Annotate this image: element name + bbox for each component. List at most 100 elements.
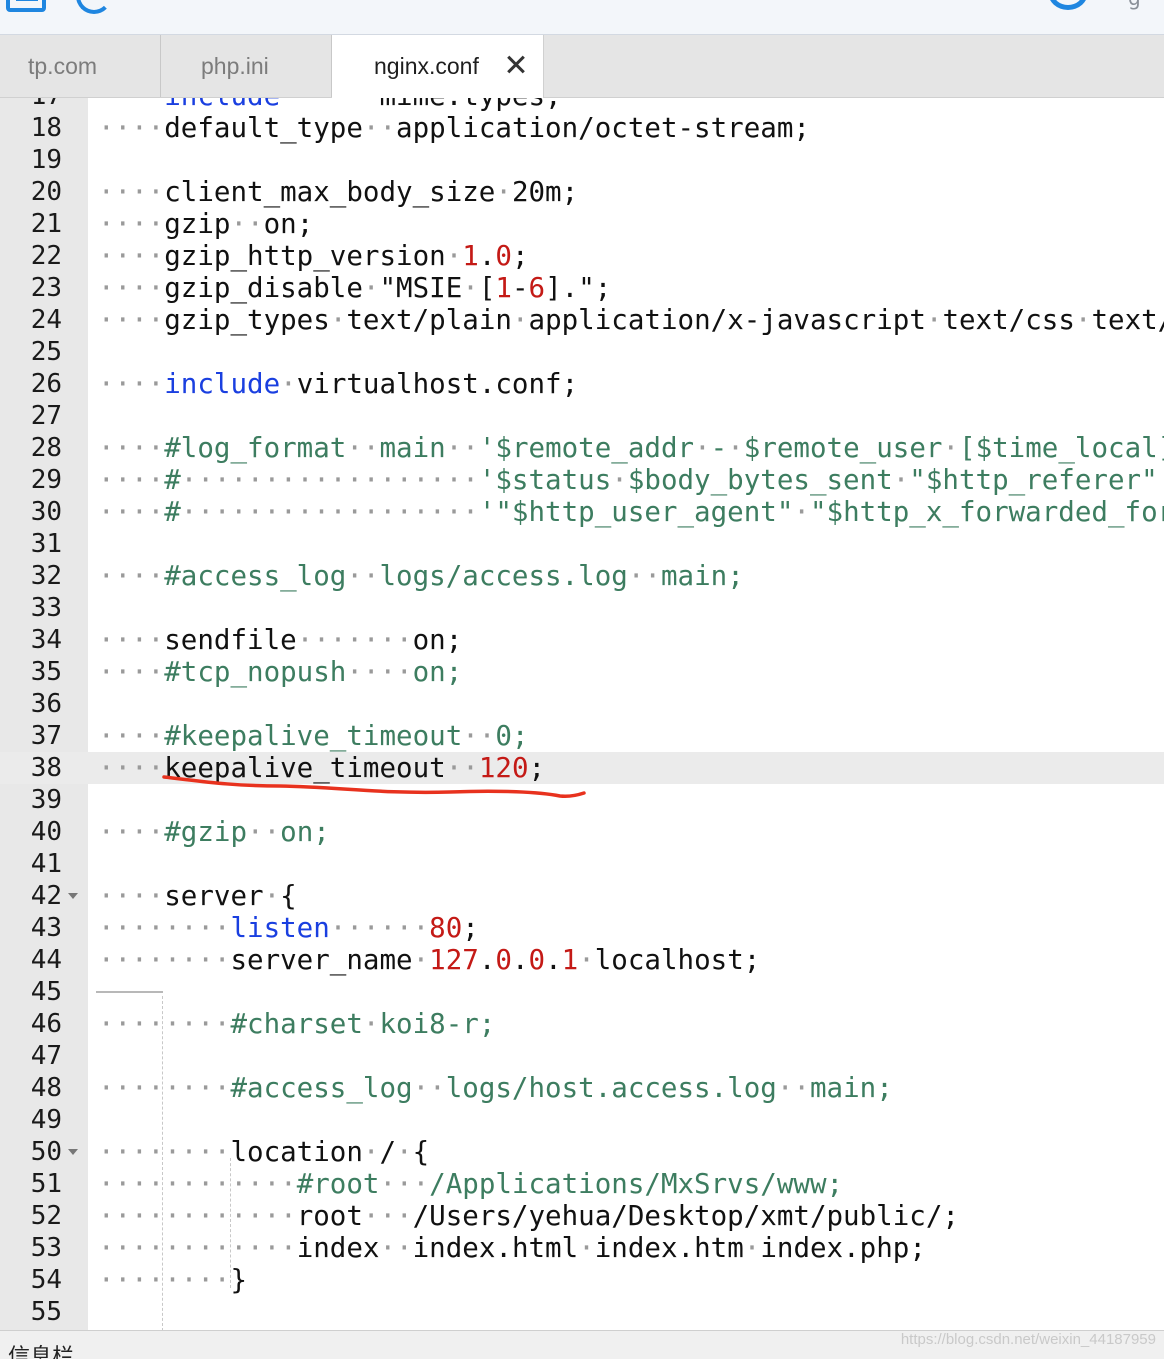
code-text: ····keepalive_timeout··120;: [98, 752, 545, 784]
line-number: 53: [30, 1233, 62, 1263]
code-token: /Applications/MxSrvs/www;: [429, 1168, 844, 1200]
line-number: 31: [30, 529, 62, 559]
code-line[interactable]: 51 ············#root···/Applications/MxSr…: [0, 1168, 1164, 1200]
code-line[interactable]: 33: [0, 592, 1164, 624]
code-token: 20m;: [511, 176, 579, 208]
code-line[interactable]: 53 ············index··index.html·index.ht…: [0, 1232, 1164, 1264]
code-token: default_type: [164, 112, 363, 144]
fold-arrow-icon[interactable]: [68, 893, 78, 899]
code-line[interactable]: 35 ····#tcp_nopush····on;: [0, 656, 1164, 688]
code-token: listen: [230, 912, 330, 944]
close-tab-icon[interactable]: [506, 55, 526, 75]
code-token: #log_format: [164, 432, 347, 464]
whitespace-marker: ····: [98, 816, 165, 848]
code-line[interactable]: 37 ····#keepalive_timeout··0;: [0, 720, 1164, 752]
code-line[interactable]: 26 ····include·virtualhost.conf;: [0, 368, 1164, 400]
code-token: '"$http_user_agent": [478, 496, 794, 528]
code-token: .: [511, 944, 529, 976]
tab-php-ini[interactable]: php.ini: [161, 35, 332, 97]
code-token: mime.types;: [379, 98, 561, 112]
code-line[interactable]: 47: [0, 1040, 1164, 1072]
code-line[interactable]: 39: [0, 784, 1164, 816]
line-number: 37: [30, 721, 62, 751]
code-line[interactable]: 24 ····gzip_types·text/plain·application/…: [0, 304, 1164, 336]
code-token: koi8-r;: [379, 1008, 496, 1040]
whitespace-marker: ·: [694, 432, 711, 464]
code-line[interactable]: 28 ····#log_format··main··'$remote_addr·-…: [0, 432, 1164, 464]
tab-nginx-conf[interactable]: nginx.conf: [332, 35, 544, 98]
whitespace-marker: ··: [346, 560, 380, 592]
code-line[interactable]: 40 ····#gzip··on;: [0, 816, 1164, 848]
code-line[interactable]: 36: [0, 688, 1164, 720]
whitespace-marker: ····: [98, 624, 165, 656]
code-line[interactable]: 52 ············root···/Users/yehua/Deskto…: [0, 1200, 1164, 1232]
tab-bar: tp.com php.ini nginx.conf: [0, 35, 1164, 98]
code-line[interactable]: 49: [0, 1104, 1164, 1136]
code-token: text/plain: [346, 304, 512, 336]
code-line[interactable]: 44 ········server_name·127.0.0.1·localhos…: [0, 944, 1164, 976]
code-line[interactable]: 46 ········#charset·koi8-r;: [0, 1008, 1164, 1040]
code-text: ····#log_format··main··'$remote_addr·-·$…: [98, 432, 1164, 464]
code-token: on;: [412, 656, 463, 688]
line-number: 29: [30, 465, 62, 495]
code-token: gzip_http_version: [164, 240, 446, 272]
code-line[interactable]: 27: [0, 400, 1164, 432]
code-line[interactable]: 17 ····include······mime.types;: [0, 98, 1164, 112]
code-token: index.htm: [594, 1232, 744, 1264]
line-number: 35: [30, 657, 62, 687]
code-token: server: [164, 880, 264, 912]
code-text: ············index··index.html·index.htm·…: [98, 1232, 926, 1264]
code-line[interactable]: 22 ····gzip_http_version·1.0;: [0, 240, 1164, 272]
code-text: ····include·virtualhost.conf;: [98, 368, 578, 400]
code-token: text/javascript: [1091, 304, 1164, 336]
fold-arrow-icon[interactable]: [68, 1149, 78, 1155]
code-line[interactable]: 42 ····server·{: [0, 880, 1164, 912]
code-token: .: [478, 240, 496, 272]
whitespace-marker: ····: [98, 112, 165, 144]
sync-icon[interactable]: [1048, 0, 1088, 10]
refresh-icon[interactable]: [76, 0, 112, 14]
code-token: keepalive_timeout: [164, 752, 446, 784]
whitespace-marker: ·: [578, 1232, 595, 1264]
code-line[interactable]: 34 ····sendfile·······on;: [0, 624, 1164, 656]
code-token: client_max_body_size: [164, 176, 496, 208]
code-line[interactable]: 54 ········}: [0, 1264, 1164, 1296]
code-line[interactable]: 19: [0, 144, 1164, 176]
whitespace-marker: ··: [445, 752, 479, 784]
code-line[interactable]: 32 ····#access_log··logs/access.log··main…: [0, 560, 1164, 592]
whitespace-marker: ········: [98, 944, 231, 976]
code-line[interactable]: 55: [0, 1296, 1164, 1328]
whitespace-marker: ····: [98, 464, 165, 496]
code-token: ;: [511, 240, 529, 272]
code-line[interactable]: 31: [0, 528, 1164, 560]
code-editor[interactable]: 17····include······mime.types;18····defa…: [0, 98, 1164, 1330]
code-line[interactable]: 50 ········location·/·{: [0, 1136, 1164, 1168]
code-token: 0: [495, 944, 512, 976]
code-line[interactable]: 41: [0, 848, 1164, 880]
code-line[interactable]: 18 ····default_type··application/octet-st…: [0, 112, 1164, 144]
code-line[interactable]: 23 ····gzip_disable·"MSIE·[1-6].";: [0, 272, 1164, 304]
tab-tp-com[interactable]: tp.com: [0, 35, 161, 97]
code-line[interactable]: 48 ········#access_log··logs/host.access.…: [0, 1072, 1164, 1104]
code-line[interactable]: 38 ····keepalive_timeout··120;: [0, 752, 1164, 784]
code-line[interactable]: 43 ········listen······80;: [0, 912, 1164, 944]
code-line[interactable]: 25: [0, 336, 1164, 368]
list-view-icon[interactable]: [6, 0, 46, 12]
code-line[interactable]: 45: [0, 976, 1164, 1008]
code-token: "$http_x_forwarded_for"': [809, 496, 1164, 528]
code-line[interactable]: 29 ····#··················'$status·$body_…: [0, 464, 1164, 496]
code-text: ····#keepalive_timeout··0;: [98, 720, 529, 752]
code-text: ········#access_log··logs/host.access.lo…: [98, 1072, 893, 1104]
code-line[interactable]: 20 ····client_max_body_size·20m;: [0, 176, 1164, 208]
watermark: https://blog.csdn.net/weixin_44187959: [900, 1331, 1156, 1348]
whitespace-marker: ········: [98, 1136, 231, 1168]
whitespace-marker: ············: [98, 1200, 297, 1232]
code-text: ····include······mime.types;: [98, 98, 562, 112]
code-line[interactable]: 21 ····gzip··on;: [0, 208, 1164, 240]
whitespace-marker: ····: [98, 720, 165, 752]
whitespace-marker: ·: [445, 240, 463, 272]
code-text: ····#··················'"$http_user_agen…: [98, 496, 1164, 528]
whitespace-marker: ····: [98, 272, 165, 304]
whitespace-marker: ·: [362, 1136, 380, 1168]
code-line[interactable]: 30 ····#··················'"$http_user_ag…: [0, 496, 1164, 528]
